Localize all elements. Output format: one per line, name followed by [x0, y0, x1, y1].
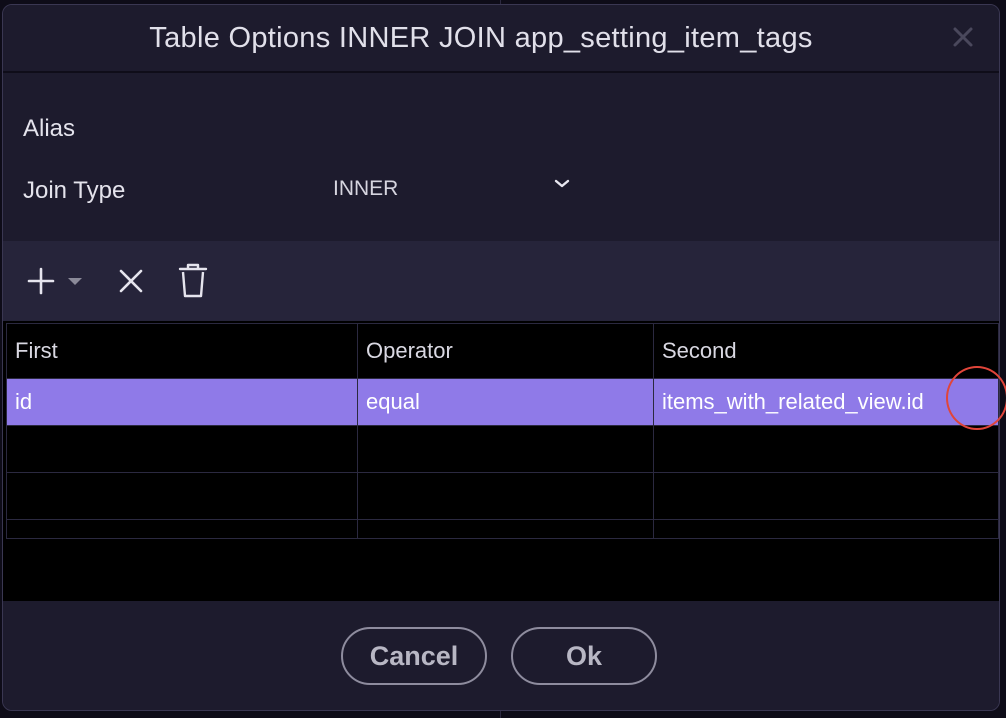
column-header-second[interactable]: Second	[653, 323, 999, 379]
join-form: Alias Join Type INNER	[3, 73, 999, 241]
cell-first[interactable]	[6, 425, 358, 473]
close-icon[interactable]	[949, 23, 977, 51]
table-row[interactable]	[6, 519, 999, 539]
dialog-title: Table Options INNER JOIN app_setting_ite…	[149, 22, 813, 54]
table-options-dialog: Table Options INNER JOIN app_setting_ite…	[2, 4, 1000, 711]
cell-first[interactable]	[6, 519, 358, 539]
ok-button[interactable]: Ok	[511, 627, 657, 685]
column-header-first[interactable]: First	[6, 323, 358, 379]
join-conditions-grid: First Operator Second id equal items_wit…	[3, 321, 999, 601]
cell-second[interactable]	[653, 472, 999, 520]
alias-input[interactable]	[321, 109, 881, 149]
cell-first[interactable]	[6, 472, 358, 520]
x-icon	[119, 269, 143, 293]
add-condition-button[interactable]	[23, 261, 89, 301]
cell-operator[interactable]: equal	[357, 378, 654, 426]
cell-operator[interactable]	[357, 425, 654, 473]
cell-operator[interactable]	[357, 472, 654, 520]
join-type-value: INNER	[333, 177, 399, 200]
alias-label: Alias	[23, 115, 76, 142]
conditions-toolbar	[3, 241, 999, 321]
dialog-titlebar: Table Options INNER JOIN app_setting_ite…	[3, 5, 999, 73]
join-type-label: Join Type	[23, 177, 126, 204]
plus-icon	[27, 267, 82, 295]
cell-second[interactable]	[653, 519, 999, 539]
cancel-button[interactable]: Cancel	[341, 627, 487, 685]
cell-operator[interactable]	[357, 519, 654, 539]
trash-icon	[178, 263, 208, 298]
annotation-highlight-circle	[946, 366, 1006, 430]
column-header-operator[interactable]: Operator	[357, 323, 654, 379]
cell-second[interactable]	[653, 425, 999, 473]
chevron-down-icon	[554, 179, 570, 188]
table-row[interactable]: id equal items_with_related_view.id	[6, 378, 999, 426]
table-row[interactable]	[6, 425, 999, 473]
table-row[interactable]	[6, 472, 999, 520]
remove-condition-button[interactable]	[111, 261, 151, 301]
dialog-footer: Cancel Ok	[3, 601, 999, 710]
cell-first[interactable]: id	[6, 378, 358, 426]
join-conditions-table: First Operator Second id equal items_wit…	[6, 323, 999, 539]
delete-all-button[interactable]	[173, 261, 213, 301]
join-type-select[interactable]: INNER	[321, 169, 573, 209]
table-header-row: First Operator Second	[6, 323, 999, 379]
